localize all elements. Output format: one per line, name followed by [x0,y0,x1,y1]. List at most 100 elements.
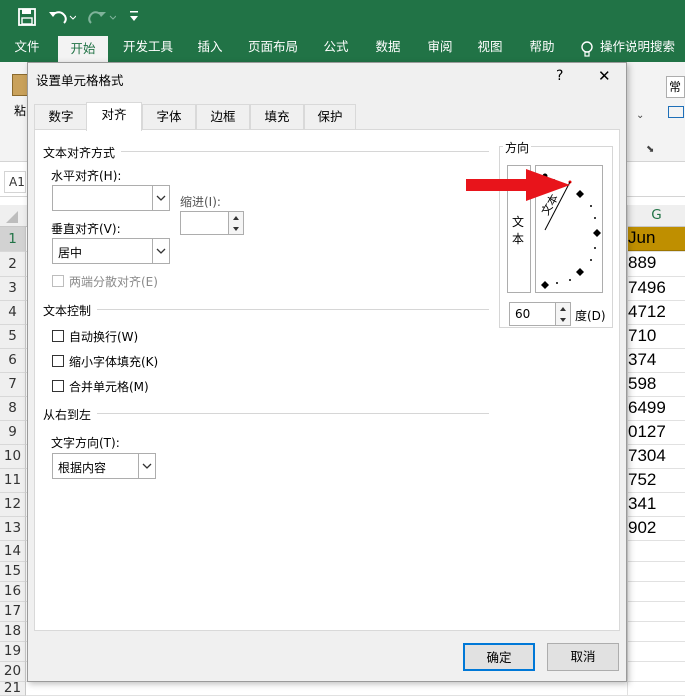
justify-distributed-label: 两端分散对齐(E) [69,275,158,289]
cell[interactable]: 710 [628,326,685,346]
dialog-launcher-icon[interactable]: ⬊ [646,144,654,155]
tab-protection[interactable]: 保护 [304,104,356,129]
row-header[interactable]: 18 [0,622,26,642]
select-all-corner[interactable] [6,211,18,223]
tab-number[interactable]: 数字 [34,104,88,129]
tab-review[interactable]: 审阅 [418,34,462,62]
ok-button[interactable]: 确定 [463,643,535,671]
cell[interactable]: 6499 [628,398,685,418]
tab-file[interactable]: 文件 [6,34,48,62]
tab-view[interactable]: 视图 [468,34,512,62]
header-cell-text: Jun [628,228,656,247]
row-header[interactable]: 1 [0,227,26,252]
cell[interactable]: 4712 [628,302,685,322]
wrap-text-checkbox[interactable] [52,330,64,342]
vertical-align-label: 垂直对齐(V): [51,222,121,236]
paste-label: 粘 [14,104,27,118]
row-header[interactable]: 17 [0,602,26,622]
cell[interactable]: 7496 [628,278,685,298]
tab-formulas[interactable]: 公式 [314,34,358,62]
tab-border[interactable]: 边框 [196,104,250,129]
horizontal-align-label: 水平对齐(H): [51,169,122,183]
cell[interactable]: 752 [628,470,685,490]
tab-alignment[interactable]: 对齐 [86,102,142,131]
row-header[interactable]: 12 [0,493,26,517]
row-header[interactable]: 9 [0,421,26,445]
help-button[interactable]: ? [556,68,563,84]
paste-icon[interactable] [12,74,28,96]
merge-cells-label: 合并单元格(M) [69,380,149,394]
row-header[interactable]: 7 [0,373,26,397]
horizontal-align-select[interactable] [52,185,170,211]
row-header[interactable]: 14 [0,541,26,562]
tab-insert[interactable]: 插入 [188,34,232,62]
tab-help[interactable]: 帮助 [520,34,564,62]
cell[interactable]: 374 [628,350,685,370]
spin-up-icon[interactable] [555,303,570,314]
spin-up-icon[interactable] [228,212,243,223]
tell-me-search[interactable]: 操作说明搜索 [600,34,685,62]
vertical-align-select[interactable]: 居中 [52,238,170,264]
row-header[interactable]: 20 [0,662,26,682]
degrees-spinner[interactable]: 60 [509,302,571,326]
text-alignment-section: 文本对齐方式 [43,146,116,160]
chevron-down-icon[interactable] [152,239,169,263]
text-direction-label: 文字方向(T): [51,436,120,450]
row-header[interactable]: 15 [0,562,26,582]
merge-cells-checkbox[interactable] [52,380,64,392]
undo-icon[interactable] [48,8,76,26]
chevron-down-icon[interactable]: ⌄ [636,110,644,121]
customize-quick-access-icon[interactable] [128,10,140,24]
text-direction-value: 根据内容 [58,461,107,475]
close-button[interactable]: ✕ [598,67,611,85]
shrink-to-fit-checkbox[interactable] [52,355,64,367]
row-header[interactable]: 19 [0,642,26,662]
vertical-align-value: 居中 [58,246,83,260]
degrees-label: 度(D) [575,309,606,323]
tab-page-layout[interactable]: 页面布局 [240,34,306,62]
red-arrow-annotation [466,169,570,201]
row-header[interactable]: 4 [0,301,26,325]
name-box[interactable]: A1 [4,171,26,193]
number-format-dropdown[interactable]: 常 [666,76,685,98]
chevron-down-icon[interactable] [138,454,155,478]
cell[interactable]: 902 [628,518,685,538]
vertical-text-label: 文本 [512,215,525,246]
row-header[interactable]: 13 [0,517,26,541]
tab-data[interactable]: 数据 [366,34,410,62]
redo-icon[interactable] [88,8,116,26]
tab-font[interactable]: 字体 [142,104,196,129]
chevron-down-icon[interactable] [152,186,169,210]
conditional-format-icon[interactable] [668,106,684,118]
spin-down-icon[interactable] [228,223,243,234]
row-header[interactable]: 3 [0,277,26,301]
text-direction-select[interactable]: 根据内容 [52,453,156,479]
tab-fill[interactable]: 填充 [250,104,304,129]
cell[interactable]: 598 [628,374,685,394]
row-header[interactable]: 5 [0,325,26,349]
format-cells-dialog: 设置单元格格式 ? ✕ 数字 对齐 字体 边框 填充 保护 文本对齐方式 水平对… [27,62,627,682]
cell[interactable]: 889 [628,253,685,273]
ribbon-tab-bar: 文件 开始 开发工具 插入 页面布局 公式 数据 审阅 视图 帮助 操作说明搜索 [0,34,685,62]
row-header[interactable]: 6 [0,349,26,373]
shrink-to-fit-label: 缩小字体填充(K) [69,355,159,369]
cell[interactable]: 7304 [628,446,685,466]
column-header-g[interactable]: G [628,207,685,223]
row-header[interactable]: 16 [0,582,26,602]
save-icon[interactable] [18,8,36,26]
cell[interactable]: 341 [628,494,685,514]
row-header[interactable]: 10 [0,445,26,469]
row-header[interactable]: 8 [0,397,26,421]
spin-down-icon[interactable] [555,314,570,325]
justify-distributed-checkbox[interactable] [52,275,64,287]
row-header[interactable]: 11 [0,469,26,493]
header-cell-jun[interactable]: Jun [628,227,685,251]
dialog-title: 设置单元格格式 [36,73,124,88]
tab-developer[interactable]: 开发工具 [116,34,180,62]
row-header[interactable]: 2 [0,252,26,277]
indent-spinner[interactable] [180,211,244,235]
row-header[interactable]: 21 [0,681,26,696]
cancel-button[interactable]: 取消 [547,643,619,671]
tab-home[interactable]: 开始 [58,36,108,62]
cell[interactable]: 0127 [628,422,685,442]
